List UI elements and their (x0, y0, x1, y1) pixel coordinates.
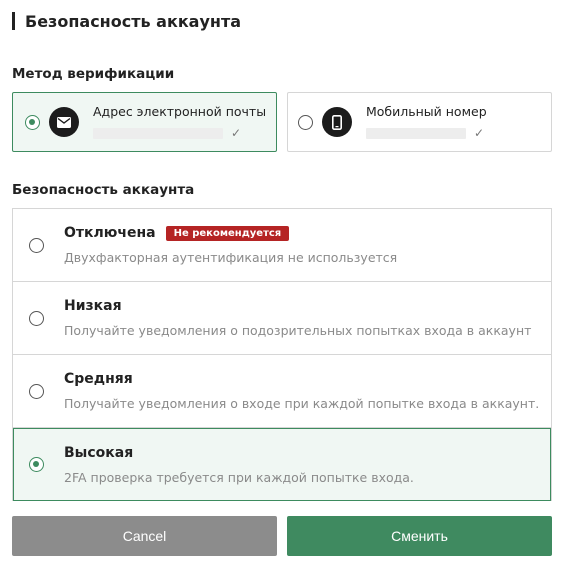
mobile-radio[interactable] (298, 114, 313, 130)
level-radio-disabled[interactable] (29, 237, 44, 253)
security-level-disabled[interactable]: Отключена Не рекомендуется Двухфакторная… (13, 209, 551, 282)
level-title-medium: Средняя (64, 371, 133, 387)
email-verified-check-icon: ✓ (231, 126, 242, 140)
mobile-method-label: Мобильный номер (366, 104, 487, 119)
security-level-medium[interactable]: Средняя Получайте уведомления о входе пр… (13, 355, 551, 428)
level-radio-medium[interactable] (29, 383, 44, 399)
verification-section-label: Метод верификации (12, 66, 175, 82)
submit-change-button[interactable]: Сменить (287, 516, 552, 556)
email-masked-value (93, 127, 223, 139)
security-level-high[interactable]: Высокая 2FA проверка требуется при каждо… (13, 428, 551, 501)
level-description-low: Получайте уведомления о подозрительных п… (64, 323, 532, 338)
verification-method-email[interactable]: Адрес электронной почты ✓ (12, 92, 277, 152)
level-description-medium: Получайте уведомления о входе при каждой… (64, 396, 540, 411)
email-radio[interactable] (25, 114, 40, 130)
cancel-button[interactable]: Cancel (12, 516, 277, 556)
level-title-high: Высокая (64, 444, 134, 461)
title-accent-bar (12, 12, 15, 30)
level-description-high: 2FA проверка требуется при каждой попытк… (64, 469, 414, 485)
page-title: Безопасность аккаунта (25, 11, 242, 31)
level-title-disabled: Отключена (64, 225, 156, 241)
level-radio-low[interactable] (29, 310, 44, 326)
level-title-low: Низкая (64, 298, 122, 314)
security-level-low[interactable]: Низкая Получайте уведомления о подозрите… (13, 282, 551, 355)
security-section-label: Безопасность аккаунта (12, 182, 195, 198)
security-level-list: Отключена Не рекомендуется Двухфакторная… (12, 208, 552, 501)
level-radio-high[interactable] (29, 457, 44, 472)
page-header: Безопасность аккаунта (12, 10, 241, 32)
level-description-disabled: Двухфакторная аутентификация не использу… (64, 250, 398, 265)
not-recommended-badge: Не рекомендуется (165, 225, 290, 241)
mail-icon (49, 107, 79, 137)
mobile-verified-check-icon: ✓ (474, 126, 485, 140)
verification-method-mobile[interactable]: Мобильный номер ✓ (287, 92, 552, 152)
mobile-phone-icon (322, 107, 352, 137)
email-method-label: Адрес электронной почты (93, 104, 267, 119)
mobile-masked-value (366, 127, 466, 139)
